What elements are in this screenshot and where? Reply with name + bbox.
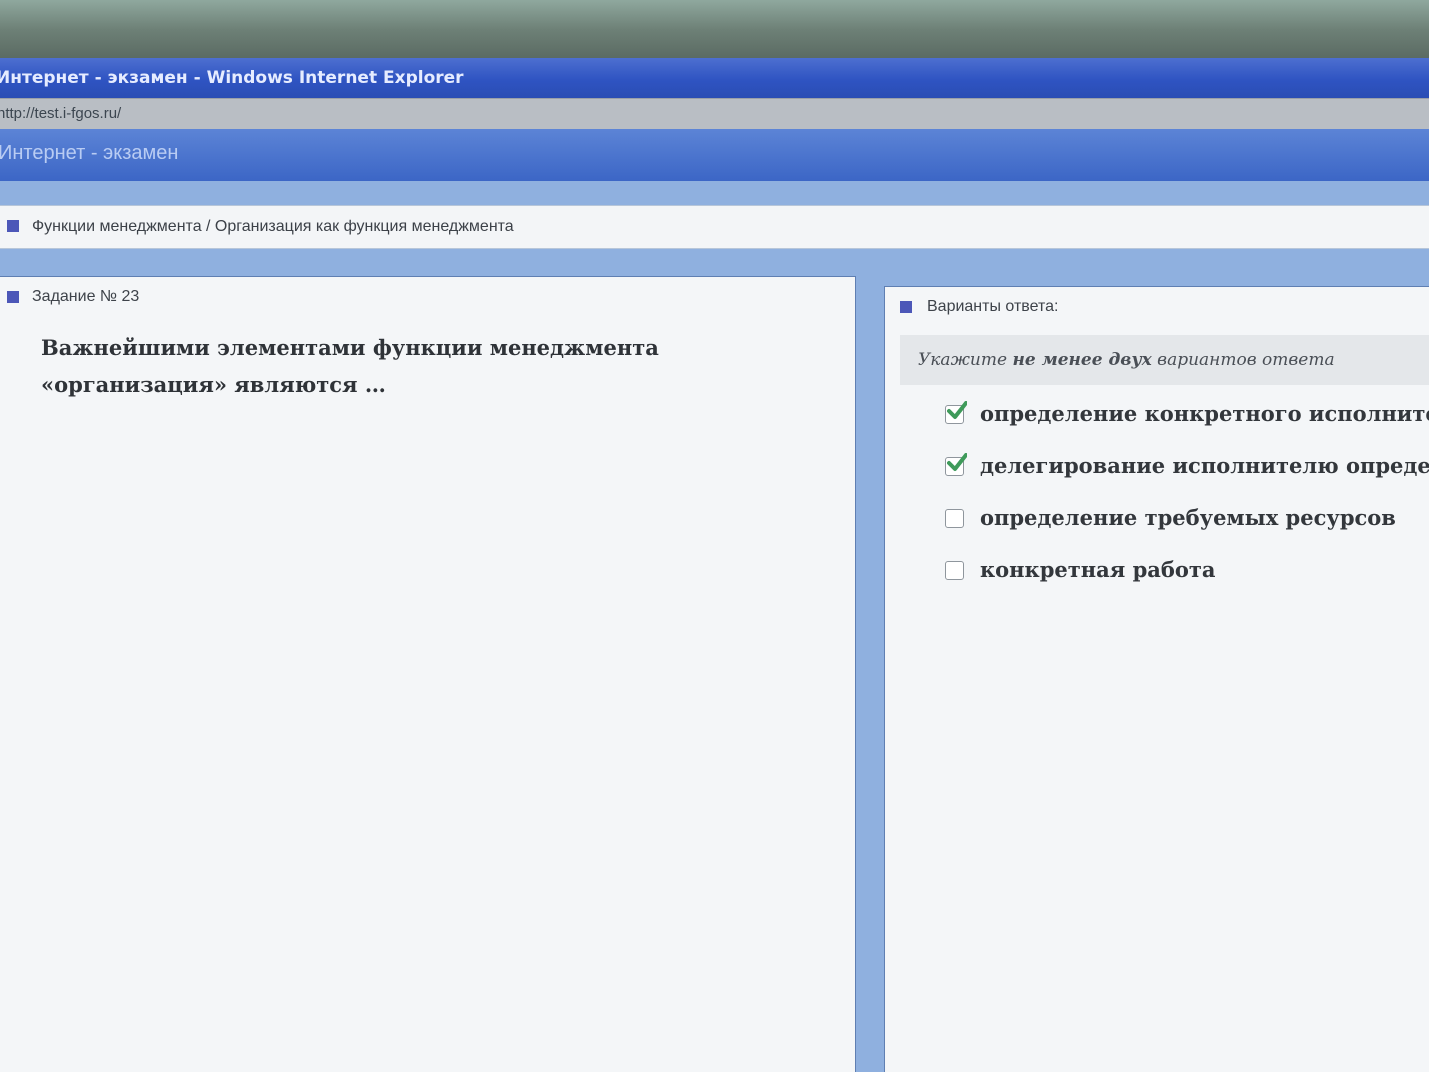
answer-checkbox[interactable] [945, 561, 964, 580]
bullet-square-icon [7, 291, 19, 303]
address-bar[interactable]: http://test.i-fgos.ru/ [0, 98, 1429, 130]
answer-option-2[interactable]: делегирование исполнителю определен [945, 447, 1429, 499]
breadcrumb: Функции менеджмента / Организация как фу… [0, 205, 1429, 249]
window-title: Интернет - экзамен - Windows Internet Ex… [0, 68, 464, 88]
task-number: Задание № 23 [32, 288, 140, 305]
instruction-prefix: Укажите [918, 350, 1013, 370]
answer-option-4[interactable]: конкретная работа [945, 551, 1429, 603]
answers-title: Варианты ответа: [927, 298, 1059, 315]
answer-label[interactable]: делегирование исполнителю определен [980, 447, 1429, 485]
answer-checkbox[interactable] [945, 509, 964, 528]
instruction-suffix: вариантов ответа [1151, 350, 1335, 370]
screen: Интернет - экзамен - Windows Internet Ex… [0, 58, 1429, 1072]
instruction-bold: не менее двух [1012, 350, 1152, 370]
answer-option-3[interactable]: определение требуемых ресурсов [945, 499, 1429, 551]
answer-instruction: Укажите не менее двух вариантов ответа [900, 335, 1429, 385]
checkmark-icon [947, 453, 967, 471]
window-titlebar[interactable]: Интернет - экзамен - Windows Internet Ex… [0, 58, 1429, 98]
answer-checkbox[interactable] [945, 401, 967, 424]
address-url[interactable]: http://test.i-fgos.ru/ [0, 105, 121, 122]
answer-label[interactable]: определение конкретного исполнителя [980, 395, 1429, 433]
answers-panel: Варианты ответа: Укажите не менее двух в… [884, 286, 1429, 1072]
answer-label[interactable]: конкретная работа [980, 551, 1216, 589]
answer-checkbox[interactable] [945, 453, 967, 476]
bullet-square-icon [900, 301, 912, 313]
task-panel: Задание № 23 Важнейшими элементами функц… [0, 276, 856, 1072]
bullet-square-icon [7, 220, 19, 232]
breadcrumb-text: Функции менеджмента / Организация как фу… [32, 218, 514, 235]
page-title-bar: Интернет - экзамен [0, 129, 1429, 181]
checkmark-icon [947, 401, 967, 419]
answer-label[interactable]: определение требуемых ресурсов [980, 499, 1396, 537]
answer-option-1[interactable]: определение конкретного исполнителя [945, 395, 1429, 447]
page-tab-title: Интернет - экзамен [0, 142, 179, 164]
page-content: Функции менеджмента / Организация как фу… [0, 181, 1429, 1072]
question-text: Важнейшими элементами функции менеджмент… [41, 335, 659, 397]
answer-options: определение конкретного исполнителя деле… [945, 395, 1429, 603]
